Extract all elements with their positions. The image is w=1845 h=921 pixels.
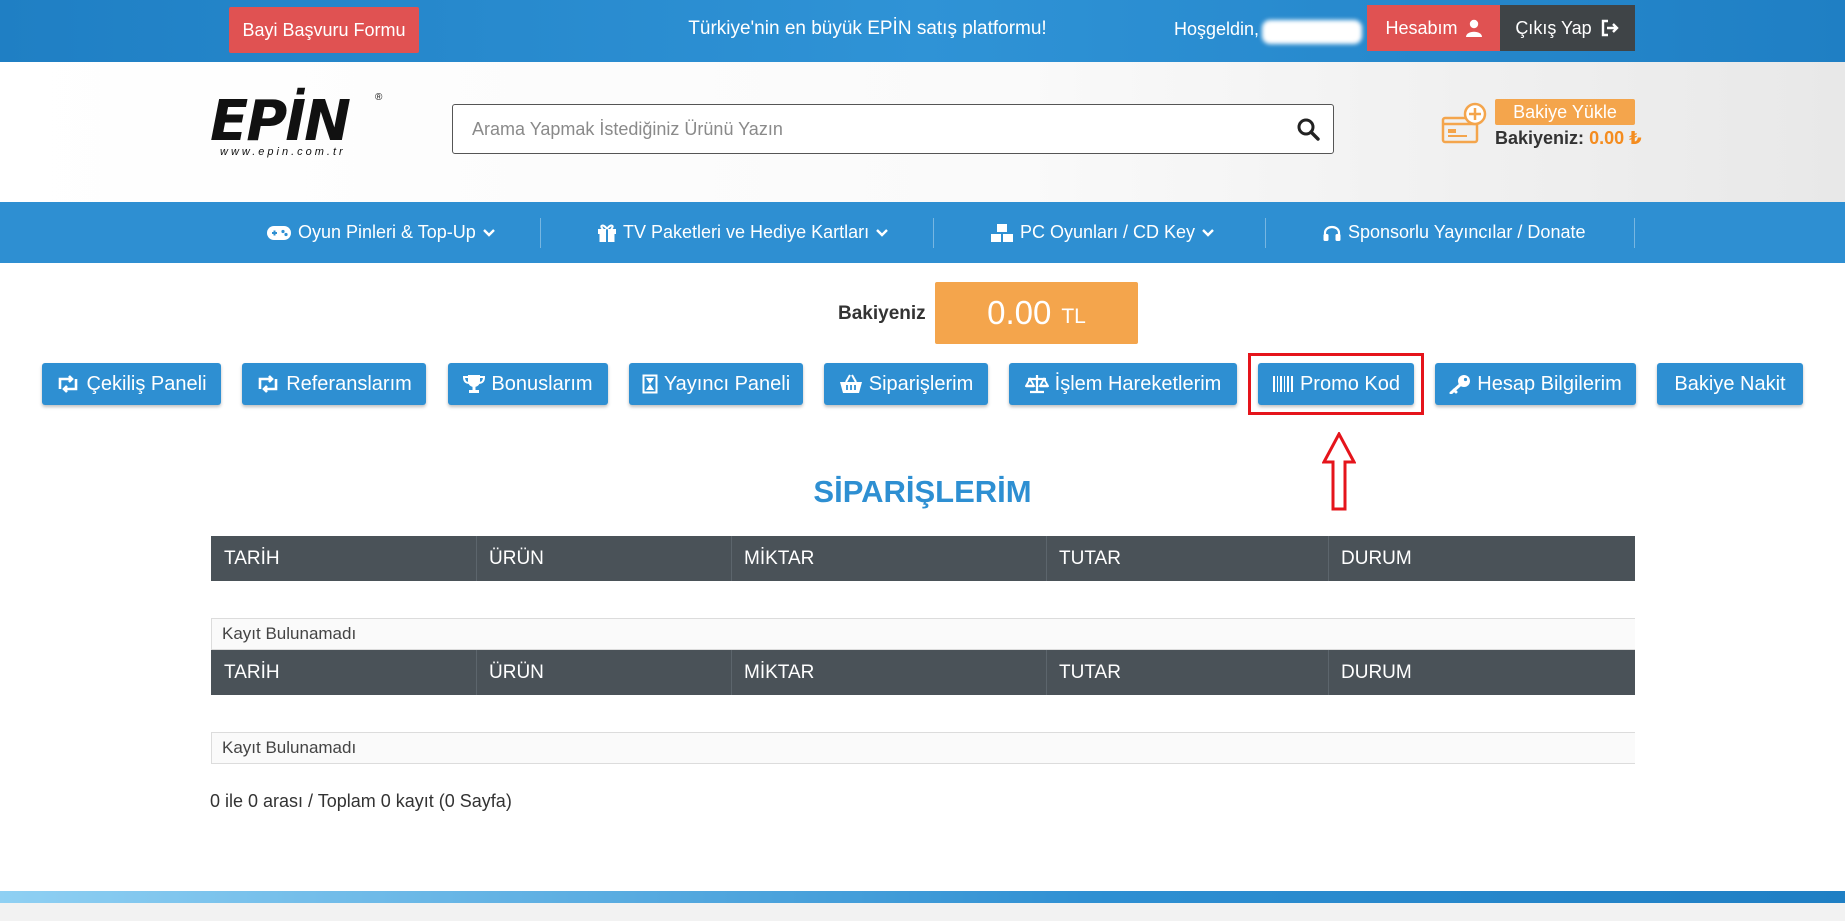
column-header-product: ÜRÜN [489, 547, 544, 569]
logo-registered-mark: ® [375, 92, 383, 103]
button-label: Hesap Bilgilerim [1477, 372, 1622, 395]
balance-currency: TL [1061, 305, 1086, 328]
cubes-icon [990, 223, 1014, 243]
references-button[interactable]: Referanslarım [242, 363, 426, 405]
pagination-summary: 0 ile 0 arası / Toplam 0 kayıt (0 Sayfa) [210, 791, 512, 811]
no-record-row: Kayıt Bulunamadı [211, 618, 1635, 650]
button-label: Siparişlerim [868, 372, 974, 395]
logo-domain: www.epin.com.tr [220, 146, 346, 158]
nav-item-label: Sponsorlu Yayıncılar / Donate [1348, 222, 1586, 242]
search-icon[interactable] [1283, 117, 1333, 141]
orders-button[interactable]: Siparişlerim [824, 363, 988, 405]
wallet-add-icon[interactable] [1441, 102, 1487, 144]
nav-item-label: PC Oyunları / CD Key [1020, 222, 1196, 242]
button-label: Bakiye Nakit [1674, 372, 1786, 395]
orders-table-header: TARİH ÜRÜN MİKTAR TUTAR DURUM [211, 650, 1635, 695]
logo-wordmark: EPİN [210, 89, 351, 154]
main-nav: Oyun Pinleri & Top-Up TV Paketleri ve He… [0, 202, 1845, 263]
header-balance-label: Bakiyeniz: [1495, 128, 1585, 148]
logout-button[interactable]: Çıkış Yap [1500, 5, 1635, 51]
dealer-application-button[interactable]: Bayi Başvuru Formu [229, 7, 419, 53]
nav-item-label: Oyun Pinleri & Top-Up [298, 222, 476, 242]
button-label: İşlem Hareketlerim [1054, 372, 1222, 395]
footer-stripe [0, 891, 1845, 903]
hourglass-icon [642, 374, 658, 394]
gift-icon [597, 223, 617, 243]
trophy-icon [463, 374, 486, 394]
balance-display: 0.00 TL [935, 282, 1138, 344]
top-bar: Bayi Başvuru Formu Türkiye'nin en büyük … [0, 0, 1845, 62]
nav-divider [1634, 218, 1635, 248]
column-header-product: ÜRÜN [489, 661, 544, 683]
column-header-date: TARİH [224, 547, 280, 569]
balance-scale-icon [1024, 374, 1049, 394]
balance-label: Bakiyeniz [838, 303, 926, 324]
sign-out-icon [1600, 19, 1620, 37]
raffle-panel-button[interactable]: Çekiliş Paneli [42, 363, 221, 405]
nav-divider [933, 218, 934, 248]
chevron-down-icon [482, 228, 496, 238]
header-balance-value: 0.00 ₺ [1589, 128, 1642, 148]
button-label: Bonuslarım [491, 372, 593, 395]
nav-item-label: TV Paketleri ve Hediye Kartları [623, 222, 870, 242]
promo-code-highlight-box [1248, 353, 1424, 415]
my-account-label: Hesabım [1385, 17, 1458, 38]
account-info-button[interactable]: Hesap Bilgilerim [1435, 363, 1636, 405]
basket-icon [839, 374, 863, 394]
site-tagline: Türkiye'nin en büyük EPİN satış platform… [688, 18, 1047, 39]
balance-cash-button[interactable]: Bakiye Nakit [1657, 363, 1803, 405]
user-icon [1465, 19, 1482, 37]
balance-amount: 0.00 [987, 294, 1052, 331]
column-header-date: TARİH [224, 661, 280, 683]
transactions-button[interactable]: İşlem Hareketlerim [1009, 363, 1237, 405]
nav-item-sponsored-streamers[interactable]: Sponsorlu Yayıncılar / Donate [1322, 202, 1585, 263]
search-bar [452, 104, 1334, 154]
bonuses-button[interactable]: Bonuslarım [448, 363, 608, 405]
orders-table-header: TARİH ÜRÜN MİKTAR TUTAR DURUM [211, 536, 1635, 581]
headphones-icon [1322, 223, 1342, 243]
no-record-row: Kayıt Bulunamadı [211, 732, 1635, 764]
header-balance: Bakiyeniz: 0.00 ₺ [1495, 128, 1642, 149]
button-label: Çekiliş Paneli [86, 372, 207, 395]
column-header-quantity: MİKTAR [744, 661, 815, 683]
search-input[interactable] [453, 118, 1283, 140]
welcome-text: Hoşgeldin, [1174, 19, 1260, 39]
chevron-down-icon [1201, 228, 1215, 238]
load-balance-button[interactable]: Bakiye Yükle [1495, 99, 1635, 125]
key-icon [1449, 374, 1471, 394]
column-header-status: DURUM [1341, 661, 1412, 683]
nav-divider [540, 218, 541, 248]
streamer-panel-button[interactable]: Yayıncı Paneli [629, 363, 803, 405]
redacted-username [1262, 20, 1362, 44]
logout-label: Çıkış Yap [1515, 17, 1592, 38]
nav-divider [1265, 218, 1266, 248]
nav-item-game-pins[interactable]: Oyun Pinleri & Top-Up [266, 202, 496, 263]
column-header-amount: TUTAR [1059, 661, 1121, 683]
footer [0, 903, 1845, 921]
column-header-status: DURUM [1341, 547, 1412, 569]
button-label: Yayıncı Paneli [663, 372, 791, 395]
arrow-up-icon [1322, 432, 1356, 512]
column-header-quantity: MİKTAR [744, 547, 815, 569]
retweet-icon [56, 375, 80, 393]
button-label: Referanslarım [286, 372, 412, 395]
retweet-icon [256, 375, 280, 393]
page-title: SİPARİŞLERİM [813, 474, 1032, 509]
gamepad-icon [266, 225, 292, 241]
column-header-amount: TUTAR [1059, 547, 1121, 569]
site-logo[interactable]: EPİN www.epin.com.tr ® [210, 89, 385, 158]
nav-item-pc-games[interactable]: PC Oyunları / CD Key [990, 202, 1215, 263]
chevron-down-icon [875, 228, 889, 238]
my-account-button[interactable]: Hesabım [1367, 5, 1500, 51]
nav-item-tv-gift-cards[interactable]: TV Paketleri ve Hediye Kartları [597, 202, 889, 263]
